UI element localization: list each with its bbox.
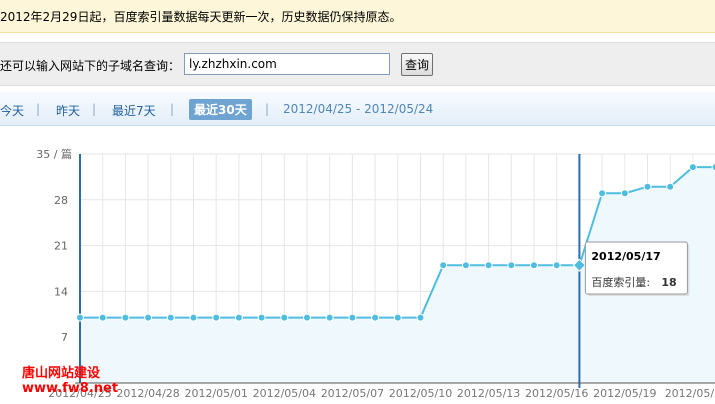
y-axis-label: 35 / 篇	[36, 147, 72, 161]
x-tick-label: 2012/05/04	[253, 387, 316, 400]
tab-separator: |	[92, 102, 97, 116]
tab-separator: |	[36, 102, 41, 116]
notice-bar: 2012年2月29日起，百度索引量数据每天更新一次，历史数据仍保持原态。	[0, 0, 715, 33]
y-tick-label: 14	[54, 285, 68, 298]
tooltip-date: 2012/05/17	[591, 250, 660, 263]
data-point	[598, 189, 607, 198]
subdomain-input[interactable]	[184, 53, 390, 75]
data-point	[416, 313, 425, 322]
tab-yesterday[interactable]: 昨天	[56, 102, 80, 119]
data-point	[98, 313, 107, 322]
data-point	[688, 163, 697, 172]
x-tick-label: 2012/05/2	[665, 387, 715, 400]
date-range-tabs: 今天 | 昨天 | 最近7天 | 最近30天 | 2012/04/25 - 20…	[0, 92, 715, 126]
notice-text: 2012年2月29日起，百度索引量数据每天更新一次，历史数据仍保持原态。	[0, 10, 402, 24]
tab-last-7-days[interactable]: 最近7天	[112, 102, 156, 119]
data-point	[212, 313, 221, 322]
x-tick-label: 2012/04/28	[116, 387, 179, 400]
data-point	[234, 313, 243, 322]
tab-separator: |	[170, 102, 175, 116]
date-range-text: 2012/04/25 - 2012/05/24	[283, 102, 434, 116]
y-tick-label: 7	[61, 331, 68, 344]
data-point	[121, 313, 130, 322]
x-tick-label: 2012/05/07	[321, 387, 384, 400]
data-point	[666, 182, 675, 191]
y-tick-label: 28	[54, 194, 68, 207]
x-tick-label: 2012/05/01	[184, 387, 247, 400]
x-tick-label: 2012/05/10	[389, 387, 452, 400]
data-point	[144, 313, 153, 322]
data-point	[257, 313, 266, 322]
tab-separator: |	[265, 102, 270, 116]
data-point	[530, 261, 538, 270]
data-point	[348, 313, 357, 322]
data-point	[189, 313, 198, 322]
query-button[interactable]: 查询	[401, 53, 433, 76]
data-point	[620, 189, 629, 198]
data-point	[484, 261, 493, 270]
tab-last-30-days[interactable]: 最近30天	[189, 99, 252, 120]
data-point	[461, 261, 470, 270]
tooltip-value: 18	[661, 276, 676, 289]
x-tick-label: 2012/05/16	[525, 387, 588, 400]
data-point	[507, 261, 516, 270]
tooltip: 2012/05/17 百度索引量: 18	[584, 241, 690, 296]
x-tick-label: 2012/05/19	[593, 387, 656, 400]
data-point	[303, 313, 311, 322]
watermark-url: www.fw8.net	[22, 381, 119, 396]
subdomain-query-bar: 还可以输入网站下的子域名查询： 查询	[0, 42, 715, 86]
y-tick-label: 21	[54, 240, 68, 253]
data-point	[552, 261, 561, 270]
watermark-title: 唐山网站建设	[22, 366, 101, 381]
data-point	[76, 313, 84, 322]
data-point	[280, 313, 289, 322]
data-point	[325, 313, 334, 322]
subdomain-query-label: 还可以输入网站下的子域名查询：	[0, 59, 181, 73]
data-point	[643, 182, 652, 191]
tooltip-label: 百度索引量:	[591, 275, 650, 289]
data-point	[371, 313, 380, 322]
tab-today[interactable]: 今天	[0, 102, 24, 119]
watermark: 唐山网站建设 www.fw8.net	[22, 366, 118, 396]
data-point	[166, 313, 175, 322]
data-point	[439, 261, 448, 270]
data-point	[393, 313, 402, 322]
x-tick-label: 2012/05/13	[457, 387, 520, 400]
index-volume-chart[interactable]: 714212835 / 篇2012/04/25 2012/04/28 2012/05…	[0, 140, 715, 404]
